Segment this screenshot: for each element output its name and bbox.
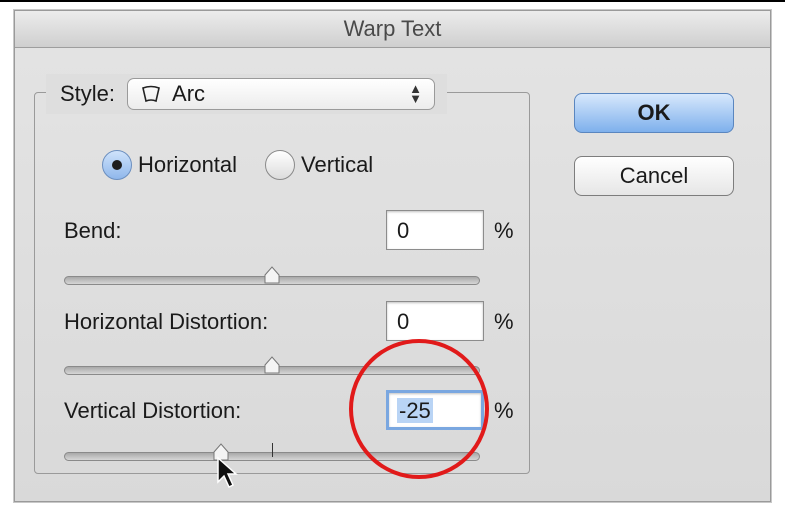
style-select-value: Arc	[172, 81, 206, 106]
bend-label: Bend:	[64, 218, 122, 243]
horizontal-distortion-unit: %	[494, 309, 514, 334]
arc-warp-icon	[142, 85, 160, 103]
style-row: Style: Arc ▲ ▼	[46, 74, 448, 114]
top-border-line	[0, 0, 785, 2]
orientation-radio-group: Horizontal Vertical	[102, 150, 401, 180]
annotation-circle	[349, 339, 489, 479]
horizontal-radio[interactable]	[102, 150, 132, 180]
bend-unit: %	[494, 218, 514, 243]
horizontal-distortion-slider-thumb[interactable]	[264, 356, 280, 374]
vertical-radio-label[interactable]: Vertical	[301, 152, 373, 178]
ok-button[interactable]: OK	[574, 93, 734, 133]
bend-input[interactable]: 0	[386, 210, 484, 250]
vertical-radio[interactable]	[265, 150, 296, 180]
horizontal-distortion-input[interactable]: 0	[386, 301, 484, 341]
style-select[interactable]: Arc ▲ ▼	[127, 78, 436, 110]
vertical-distortion-label: Vertical Distortion:	[64, 398, 242, 423]
horizontal-radio-label[interactable]: Horizontal	[138, 152, 237, 178]
style-label: Style:	[60, 81, 116, 106]
slider-center-tick	[272, 443, 273, 457]
up-down-arrows-icon: ▲ ▼	[409, 81, 423, 106]
horizontal-distortion-label: Horizontal Distortion:	[64, 309, 269, 334]
cancel-button[interactable]: Cancel	[574, 156, 734, 196]
vertical-distortion-unit: %	[494, 398, 514, 423]
bend-slider-thumb[interactable]	[264, 266, 280, 284]
mouse-pointer-icon	[217, 456, 238, 489]
dialog-title: Warp Text	[15, 11, 770, 48]
